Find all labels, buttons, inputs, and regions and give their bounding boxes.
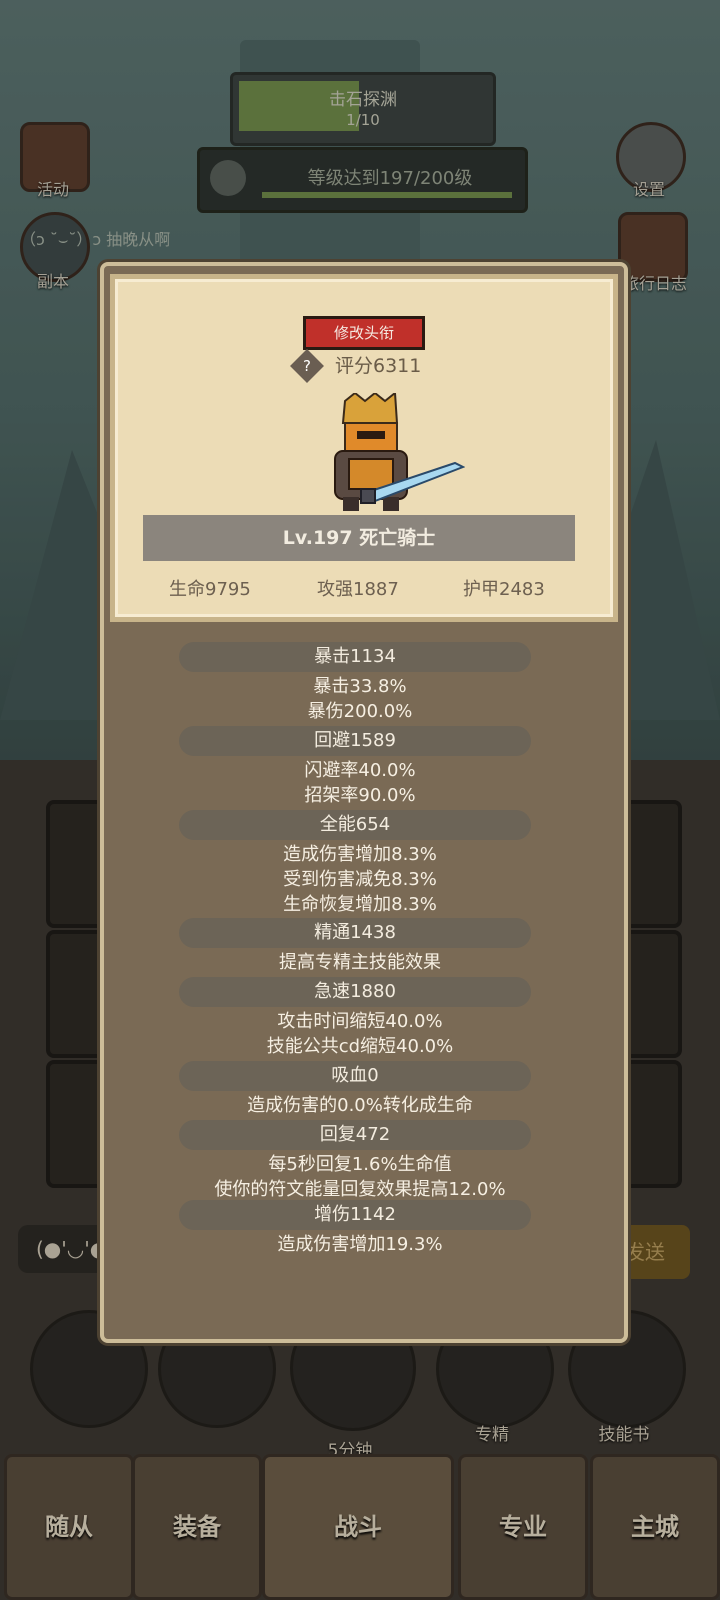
detail-line: 造成伤害的0.0%转化成生命 (247, 1095, 473, 1116)
detail-line: 生命恢复增加8.3% (283, 894, 437, 915)
section-mastery: 精通1438 (179, 918, 531, 948)
detail-line: 暴伤200.0% (307, 701, 413, 722)
section-regen: 回复472 (179, 1120, 531, 1150)
detail-line: 造成伤害增加8.3% (283, 844, 437, 865)
section-dodge: 回避1589 (179, 726, 531, 756)
detail-line: 招架率90.0% (304, 785, 416, 806)
section-crit: 暴击1134 (179, 642, 531, 672)
hp-stat: 生命9795 (169, 579, 251, 600)
score-text: 评分6311 (335, 355, 422, 377)
detail-line: 技能公共cd缩短40.0% (266, 1036, 454, 1057)
detail-line: 暴击33.8% (313, 676, 407, 697)
section-lifesteal: 吸血0 (179, 1061, 531, 1091)
help-icon[interactable]: ? (290, 349, 324, 383)
detail-line: 每5秒回复1.6%生命值 (268, 1154, 452, 1175)
attack-stat: 攻强1887 (317, 579, 399, 600)
change-title-button[interactable]: 修改头衔 (303, 316, 425, 350)
detail-line: 造成伤害增加19.3% (277, 1234, 443, 1255)
detail-line: 提高专精主技能效果 (279, 952, 441, 973)
character-card: 修改头衔 ? 评分6311 Lv.197 死亡骑士 生命9795 攻强1887 … (110, 274, 618, 622)
character-stats-modal: 修改头衔 ? 评分6311 Lv.197 死亡骑士 生命9795 攻强1887 … (100, 262, 628, 1343)
death-knight-portrait (334, 393, 465, 511)
character-name-banner: Lv.197 死亡骑士 (143, 515, 575, 561)
score-row: ? 评分6311 (290, 349, 475, 383)
section-versatility: 全能654 (179, 810, 531, 840)
detail-line: 受到伤害减免8.3% (283, 869, 437, 890)
section-haste: 急速1880 (179, 977, 531, 1007)
detail-line: 使你的符文能量回复效果提高12.0% (214, 1179, 506, 1200)
section-damage-increase: 增伤1142 (179, 1200, 531, 1230)
armor-stat: 护甲2483 (463, 579, 545, 600)
detail-line: 闪避率40.0% (304, 760, 416, 781)
detail-line: 攻击时间缩短40.0% (277, 1011, 443, 1032)
